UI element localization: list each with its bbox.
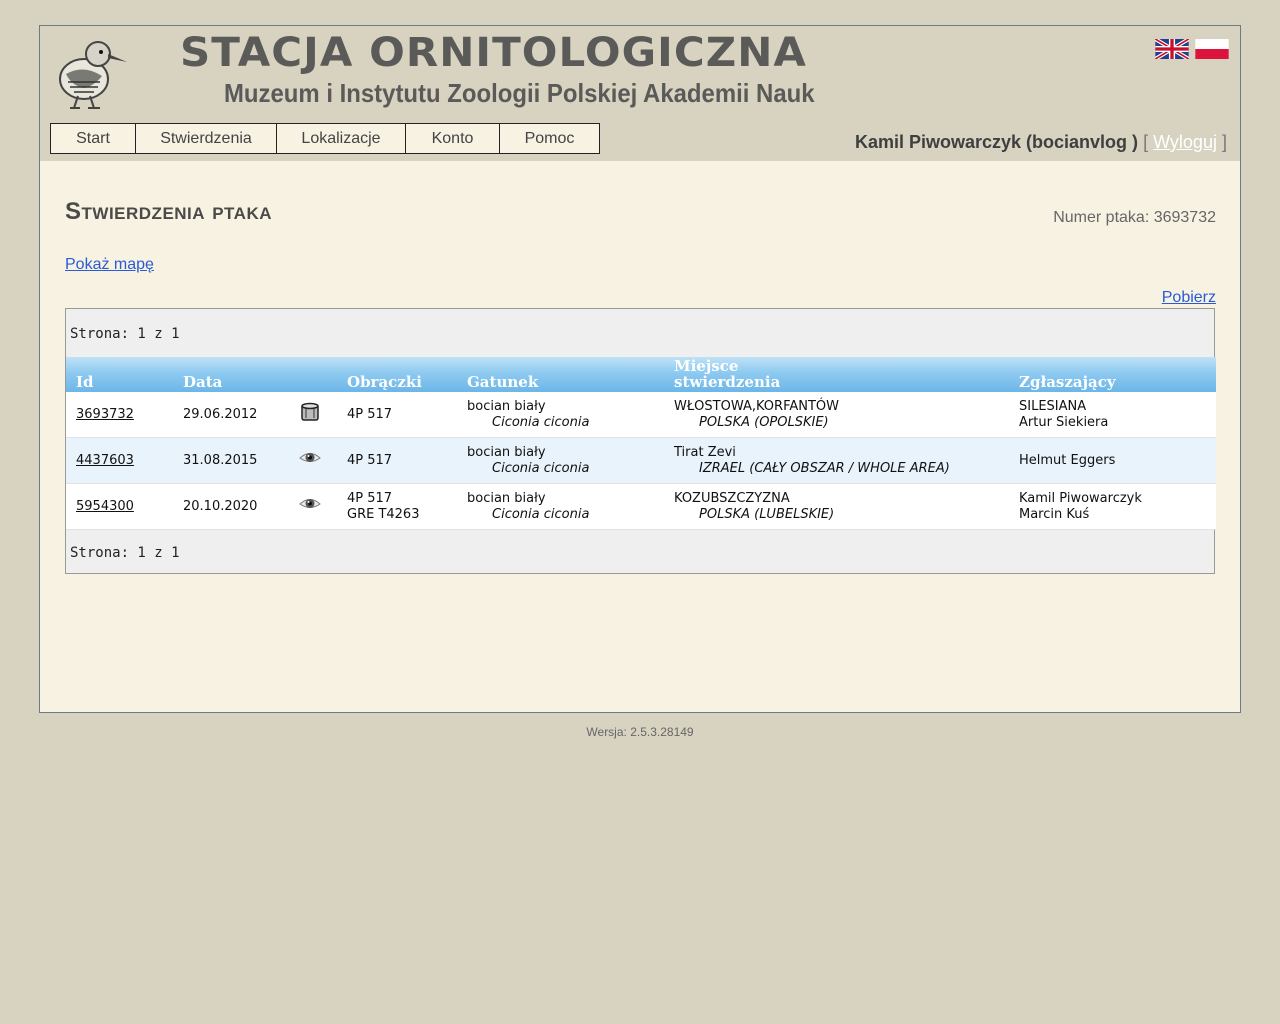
nav-start[interactable]: Start <box>50 123 136 154</box>
bird-number: Numer ptaka: 3693732 <box>1053 209 1216 226</box>
ring-code: 4P 517 <box>347 452 393 468</box>
main-nav: Start Stwierdzenia Lokalizacje Konto Pom… <box>50 123 600 154</box>
col-header-reporter[interactable]: Zgłaszający <box>1009 357 1216 392</box>
place-region: IZRAEL (CAŁY OBSZAR / WHOLE AREA) <box>699 460 950 476</box>
species-name: bocian biały <box>467 444 546 460</box>
nav-konto[interactable]: Konto <box>405 123 500 154</box>
bracket-open: [ <box>1143 132 1149 152</box>
user-name: Kamil Piwowarczyk (bocianvlog ) <box>854 132 1139 152</box>
site-header: STACJA ORNITOLOGICZNA Muzeum i Instytutu… <box>40 26 1240 161</box>
species-latin: Ciconia ciconia <box>492 506 590 522</box>
version-footer: Wersja: 2.5.3.28149 <box>586 725 694 739</box>
record-date: 20.10.2020 <box>183 498 258 514</box>
pl-flag-icon[interactable] <box>1195 39 1229 59</box>
bracket-close: ] <box>1221 132 1227 152</box>
observations-grid: Strona: 1 z 1 Id Data Obrączki Gatunek M… <box>65 308 1216 574</box>
site-title: STACJA ORNITOLOGICZNA <box>180 30 807 76</box>
main-frame: STACJA ORNITOLOGICZNA Muzeum i Instytutu… <box>39 25 1241 713</box>
pager-bottom: Strona: 1 z 1 <box>70 545 180 561</box>
show-map-link[interactable]: Pokaż mapę <box>65 256 154 274</box>
col-header-place[interactable]: Miejsce stwierdzenia <box>664 357 1009 392</box>
ring-icon <box>301 402 319 421</box>
place-region: POLSKA (LUBELSKIE) <box>699 506 835 522</box>
place-name: Tirat Zevi <box>674 444 736 460</box>
eye-icon <box>299 499 321 508</box>
user-info: Kamil Piwowarczyk (bocianvlog ) [ Wylogu… <box>855 132 1227 153</box>
record-date: 31.08.2015 <box>183 452 258 468</box>
ring-code: 4P 517 <box>347 406 393 422</box>
col-header-id[interactable]: Id <box>66 357 173 392</box>
species-latin: Ciconia ciconia <box>492 414 590 430</box>
download-link[interactable]: Pobierz <box>1162 289 1216 307</box>
ring-code: GRE T4263 <box>347 506 420 522</box>
record-date: 29.06.2012 <box>183 406 258 422</box>
place-name: KOZUBSZCZYZNA <box>674 490 790 506</box>
bird-logo-icon <box>59 41 127 109</box>
nav-lokalizacje[interactable]: Lokalizacje <box>276 123 406 154</box>
record-id-link[interactable]: 4437603 <box>76 453 134 468</box>
reporter-name: Artur Siekiera <box>1019 414 1109 430</box>
pager-top: Strona: 1 z 1 <box>70 326 180 342</box>
col-header-species[interactable]: Gatunek <box>457 357 664 392</box>
language-switcher <box>1155 39 1229 59</box>
table-row: 3693732 29.06.2012 4P 517 bocian biały C… <box>66 392 1216 438</box>
table-header-row: Id Data Obrączki Gatunek Miejsce stwierd… <box>66 357 1216 392</box>
page-title: Stwierdzenia ptaka <box>65 198 273 225</box>
reporter-name: Kamil Piwowarczyk <box>1019 490 1142 506</box>
table-row: 5954300 20.10.2020 4P 517 GRE T4263 boci… <box>66 483 1216 530</box>
uk-flag-icon[interactable] <box>1155 39 1189 59</box>
reporter-name: Helmut Eggers <box>1019 452 1116 468</box>
col-header-date[interactable]: Data <box>173 357 291 392</box>
nav-pomoc[interactable]: Pomoc <box>499 123 600 154</box>
eye-icon <box>299 453 321 462</box>
nav-stwierdzenia[interactable]: Stwierdzenia <box>135 123 277 154</box>
place-name: WŁOSTOWA,KORFANTÓW <box>674 398 839 414</box>
ring-code: 4P 517 <box>347 490 393 506</box>
col-header-icon <box>291 357 337 392</box>
reporter-name: SILESIANA <box>1019 398 1087 414</box>
logout-link[interactable]: Wyloguj <box>1153 132 1217 152</box>
record-id-link[interactable]: 5954300 <box>76 499 134 514</box>
place-region: POLSKA (OPOLSKIE) <box>699 414 829 430</box>
col-header-place-line2: stwierdzenia <box>674 373 781 391</box>
table-row: 4437603 31.08.2015 4P 517 bocian biały C… <box>66 437 1216 484</box>
reporter-name: Marcin Kuś <box>1019 506 1090 522</box>
species-name: bocian biały <box>467 490 546 506</box>
site-subtitle: Muzeum i Instytutu Zoologii Polskiej Aka… <box>224 78 815 108</box>
col-header-rings[interactable]: Obrączki <box>337 357 457 392</box>
species-name: bocian biały <box>467 398 546 414</box>
observations-table: Id Data Obrączki Gatunek Miejsce stwierd… <box>66 357 1216 530</box>
record-id-link[interactable]: 3693732 <box>76 407 134 422</box>
species-latin: Ciconia ciconia <box>492 460 590 476</box>
